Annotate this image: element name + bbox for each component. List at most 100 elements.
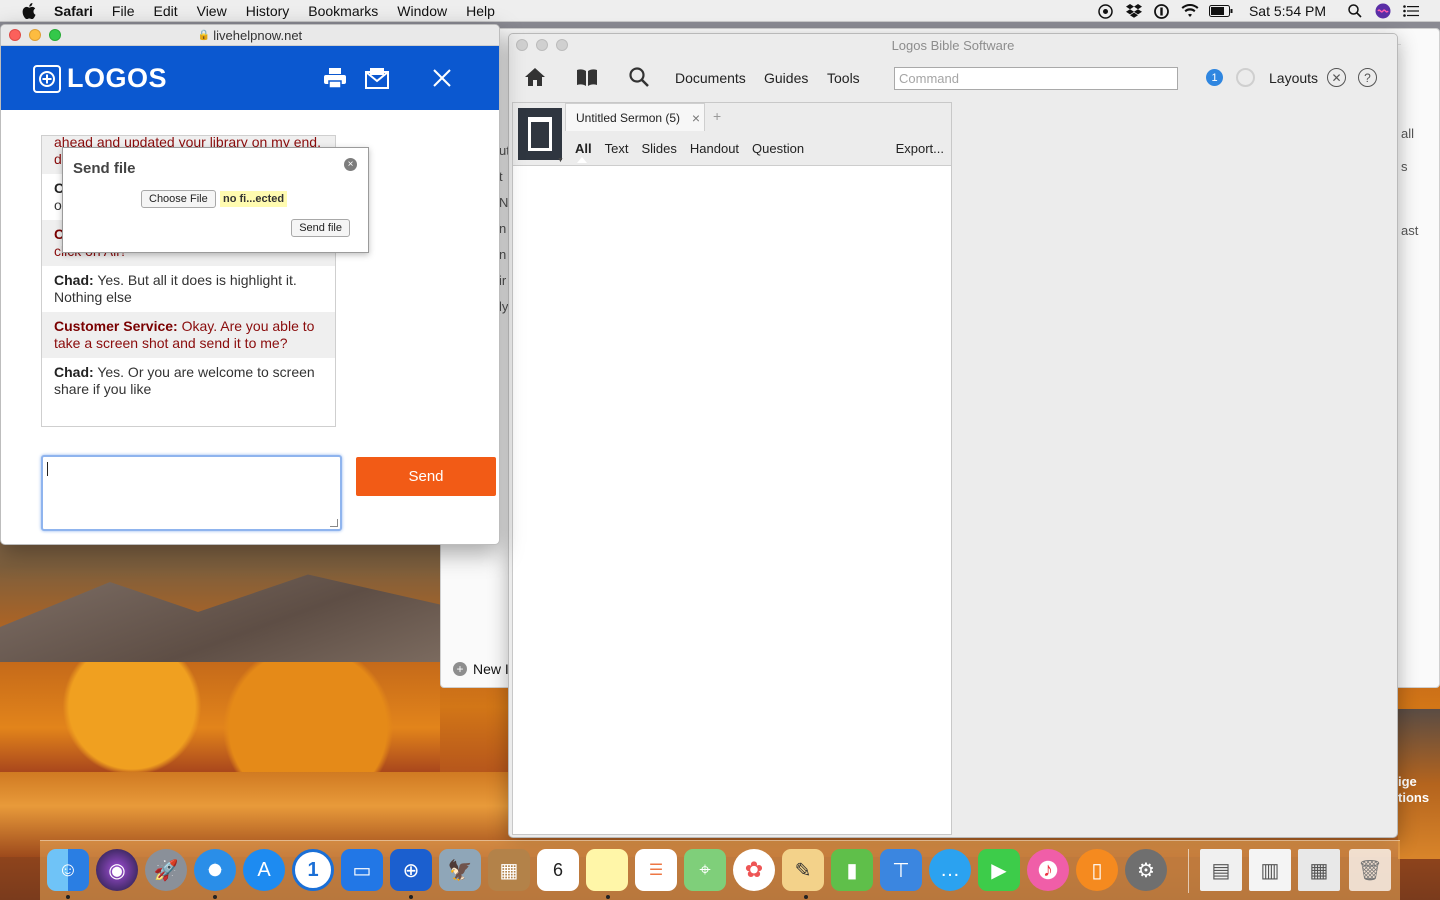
- command-input[interactable]: [894, 67, 1178, 90]
- close-window-button[interactable]: [516, 39, 528, 51]
- live-chat-window[interactable]: 🔒 livehelpnow.net LOGOS ahead and update…: [0, 24, 500, 545]
- background-text-fragment: ly: [499, 299, 509, 314]
- siri-icon[interactable]: ◉: [96, 849, 138, 891]
- choose-file-button[interactable]: Choose File: [141, 190, 216, 208]
- tab-all[interactable]: All: [575, 141, 592, 156]
- chat-message-input[interactable]: [41, 455, 342, 531]
- desktop-icon-label-fragment[interactable]: tions: [1398, 790, 1429, 805]
- screen-capture-icon[interactable]: [1097, 3, 1115, 19]
- 1password-icon[interactable]: 1: [292, 849, 334, 891]
- app-store-icon[interactable]: A: [243, 849, 285, 891]
- battery-icon[interactable]: [1208, 3, 1233, 19]
- library-book-icon[interactable]: [575, 66, 599, 88]
- close-window-button[interactable]: [9, 29, 21, 41]
- tab-question[interactable]: Question: [752, 141, 804, 156]
- zoom-window-button[interactable]: [49, 29, 61, 41]
- send-file-button[interactable]: Send file: [291, 219, 350, 237]
- contacts-icon[interactable]: ▦: [488, 849, 530, 891]
- menu-app-name[interactable]: Safari: [54, 3, 93, 19]
- messages-app-icon[interactable]: ▭: [341, 849, 383, 891]
- panel-menu-chevron-icon[interactable]: ▼: [557, 157, 564, 164]
- guides-menu[interactable]: Guides: [764, 70, 808, 86]
- keynote-icon[interactable]: ⊤: [880, 849, 922, 891]
- print-icon[interactable]: [322, 66, 348, 90]
- menu-window[interactable]: Window: [397, 3, 447, 19]
- message-speaker: Customer Service:: [54, 318, 178, 334]
- chat-title-bar[interactable]: 🔒 livehelpnow.net: [1, 25, 499, 46]
- notification-center-icon[interactable]: [1402, 3, 1420, 19]
- siri-icon[interactable]: [1374, 3, 1392, 19]
- itunes-icon[interactable]: ♪: [1027, 849, 1069, 891]
- downloads-stack-icon[interactable]: ▥: [1249, 849, 1291, 891]
- trash-icon[interactable]: 🗑: [1349, 849, 1391, 891]
- close-circle-icon[interactable]: ✕: [1327, 68, 1346, 87]
- menu-edit[interactable]: Edit: [153, 3, 177, 19]
- message-text: o: [54, 197, 62, 213]
- chat-url: livehelpnow.net: [213, 27, 303, 43]
- tools-menu[interactable]: Tools: [827, 70, 860, 86]
- sermon-builder-icon[interactable]: [518, 108, 562, 160]
- send-message-button[interactable]: Send: [356, 457, 496, 496]
- menu-file[interactable]: File: [112, 3, 135, 19]
- maps-icon[interactable]: ⌖: [684, 849, 726, 891]
- preview-icon[interactable]: 🦅: [439, 849, 481, 891]
- reminders-icon[interactable]: ☰: [635, 849, 677, 891]
- notification-badge[interactable]: 1: [1206, 69, 1223, 86]
- safari-icon[interactable]: ✦: [194, 849, 236, 891]
- menu-view[interactable]: View: [197, 3, 227, 19]
- tab-slides[interactable]: Slides: [641, 141, 676, 156]
- logos-title-bar[interactable]: Logos Bible Software: [509, 34, 1397, 56]
- documents-menu[interactable]: Documents: [675, 70, 746, 86]
- close-tab-icon[interactable]: ×: [692, 110, 700, 126]
- notes-icon[interactable]: [586, 849, 628, 891]
- spotlight-search-icon[interactable]: [1346, 3, 1364, 19]
- search-icon[interactable]: [627, 66, 651, 88]
- ibooks-icon[interactable]: ▯: [1076, 849, 1118, 891]
- close-chat-icon[interactable]: [429, 66, 455, 90]
- finder-icon[interactable]: ☺: [47, 849, 89, 891]
- menu-help[interactable]: Help: [466, 3, 495, 19]
- documents-stack-icon[interactable]: ▤: [1200, 849, 1242, 891]
- email-transcript-icon[interactable]: [364, 66, 390, 90]
- tab-handout[interactable]: Handout: [690, 141, 739, 156]
- minimize-window-button[interactable]: [536, 39, 548, 51]
- help-icon[interactable]: ?: [1358, 68, 1377, 87]
- numbers-icon[interactable]: ▮: [831, 849, 873, 891]
- applications-stack-icon[interactable]: ▦: [1298, 849, 1340, 891]
- message-text: Yes. Or you are welcome to screen share …: [54, 364, 315, 397]
- export-button[interactable]: Export...: [896, 141, 944, 156]
- new-item-label: New I: [473, 661, 509, 677]
- wifi-icon[interactable]: [1181, 3, 1199, 19]
- dropbox-icon[interactable]: [1125, 3, 1143, 19]
- chat-message: Chad: Yes. But all it does is highlight …: [42, 266, 335, 312]
- password-manager-icon[interactable]: [1153, 3, 1171, 19]
- minimize-window-button[interactable]: [29, 29, 41, 41]
- sync-icon[interactable]: [1236, 68, 1255, 87]
- menu-clock[interactable]: Sat 5:54 PM: [1249, 3, 1326, 19]
- pages-icon[interactable]: ✎: [782, 849, 824, 891]
- menu-history[interactable]: History: [246, 3, 290, 19]
- new-tab-plus-icon[interactable]: +: [713, 108, 721, 124]
- apple-menu-icon[interactable]: [20, 2, 38, 19]
- zoom-window-button[interactable]: [556, 39, 568, 51]
- home-icon[interactable]: [523, 66, 547, 88]
- tab-text[interactable]: Text: [605, 141, 629, 156]
- document-tab[interactable]: Untitled Sermon (5) ×: [565, 103, 705, 131]
- running-indicator: [606, 895, 610, 899]
- menu-bookmarks[interactable]: Bookmarks: [308, 3, 378, 19]
- close-popup-icon[interactable]: ×: [344, 158, 357, 171]
- layouts-menu[interactable]: Layouts: [1269, 70, 1318, 86]
- launchpad-icon[interactable]: 🚀: [145, 849, 187, 891]
- logos-window-title: Logos Bible Software: [891, 37, 1015, 53]
- desktop-icon-label-fragment[interactable]: ige: [1398, 774, 1417, 789]
- calendar-icon[interactable]: 6: [537, 849, 579, 891]
- logos-bible-software-window[interactable]: Logos Bible Software Documents Guides To…: [508, 33, 1398, 838]
- logos-app-icon[interactable]: ⊕: [390, 849, 432, 891]
- system-preferences-icon[interactable]: ⚙: [1125, 849, 1167, 891]
- photos-icon[interactable]: ✿: [733, 849, 775, 891]
- resize-handle[interactable]: [330, 519, 338, 527]
- facetime-icon[interactable]: ▶: [978, 849, 1020, 891]
- new-item-button[interactable]: + New I: [453, 661, 509, 677]
- sermon-document-panel[interactable]: ▼ Untitled Sermon (5) × + All Text Slide…: [512, 102, 952, 835]
- messages-icon[interactable]: …: [929, 849, 971, 891]
